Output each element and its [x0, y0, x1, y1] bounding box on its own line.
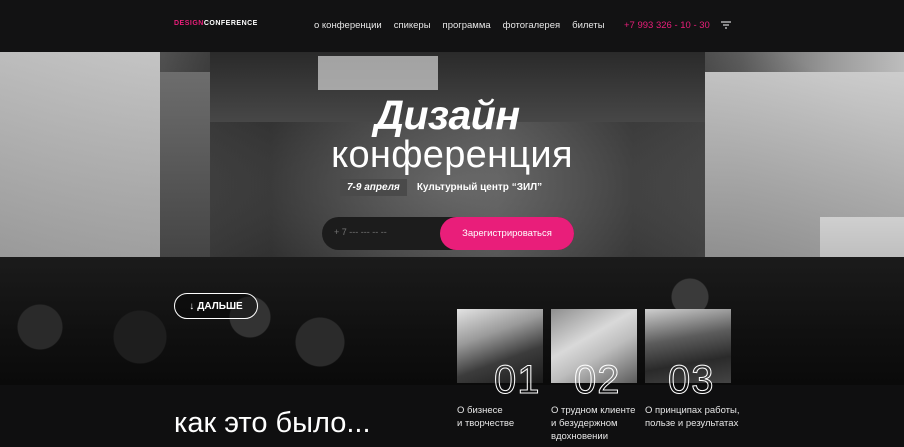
event-venue: Культурный центр “ЗИЛ”	[416, 182, 543, 193]
feature-caption-1: О бизнесе и творчестве	[457, 404, 549, 430]
next-button[interactable]: ↓ ДАЛЬШЕ	[174, 293, 258, 319]
feature-number-2: 02	[574, 358, 621, 403]
hero-title-line1: Дизайн	[374, 92, 520, 138]
hero-photo-crowd	[0, 257, 904, 385]
next-button-label: ДАЛЬШЕ	[197, 300, 243, 312]
feature-caption-3-line2: пользе и результатах	[645, 418, 739, 429]
event-dates: 7-9 апреля	[340, 179, 407, 196]
feature-caption-2-line1: О трудном клиенте	[551, 405, 636, 416]
hero-section: Дизайн конференция 7-9 апреля Культурный…	[0, 52, 904, 385]
nav-item-program[interactable]: программа	[443, 20, 491, 31]
registration-form: Зарегистрироваться	[322, 217, 574, 250]
phone-input[interactable]	[334, 227, 434, 237]
site-header: DESIGNCONFERENCE о конференции спикеры п…	[0, 0, 904, 52]
register-button[interactable]: Зарегистрироваться	[440, 217, 574, 250]
nav-item-gallery[interactable]: фотогалерея	[503, 20, 561, 31]
hamburger-icon[interactable]	[721, 21, 731, 29]
hero-title-line2: конференция	[331, 134, 573, 176]
header-phone[interactable]: +7 993 326 - 10 - 30	[624, 20, 710, 31]
event-info: 7-9 апреля Культурный центр “ЗИЛ”	[340, 179, 542, 196]
feature-caption-2: О трудном клиенте и безудержном вдохнове…	[551, 404, 643, 443]
logo-design: DESIGN	[174, 20, 204, 27]
main-nav: о конференции спикеры программа фотогале…	[314, 20, 605, 31]
feature-caption-2-line2: и безудержном	[551, 418, 618, 429]
feature-caption-1-line1: О бизнесе	[457, 405, 503, 416]
hero-photo-sign	[318, 56, 438, 90]
feature-caption-2-line3: вдохновении	[551, 431, 609, 442]
logo-conference: CONFERENCE	[203, 20, 258, 27]
feature-caption-3: О принципах работы, пользе и результатах	[645, 404, 745, 430]
feature-caption-1-line2: и творчестве	[457, 418, 515, 429]
nav-item-tickets[interactable]: билеты	[572, 20, 604, 31]
nav-item-speakers[interactable]: спикеры	[394, 20, 431, 31]
nav-item-about[interactable]: о конференции	[314, 20, 382, 31]
lower-section	[0, 385, 904, 447]
feature-number-3: 03	[668, 358, 715, 403]
feature-number-1: 01	[494, 358, 541, 403]
arrow-down-icon: ↓	[189, 300, 195, 312]
section-title: как это было...	[174, 407, 371, 439]
feature-caption-3-line1: О принципах работы,	[645, 405, 740, 416]
logo[interactable]: DESIGNCONFERENCE	[174, 20, 258, 27]
